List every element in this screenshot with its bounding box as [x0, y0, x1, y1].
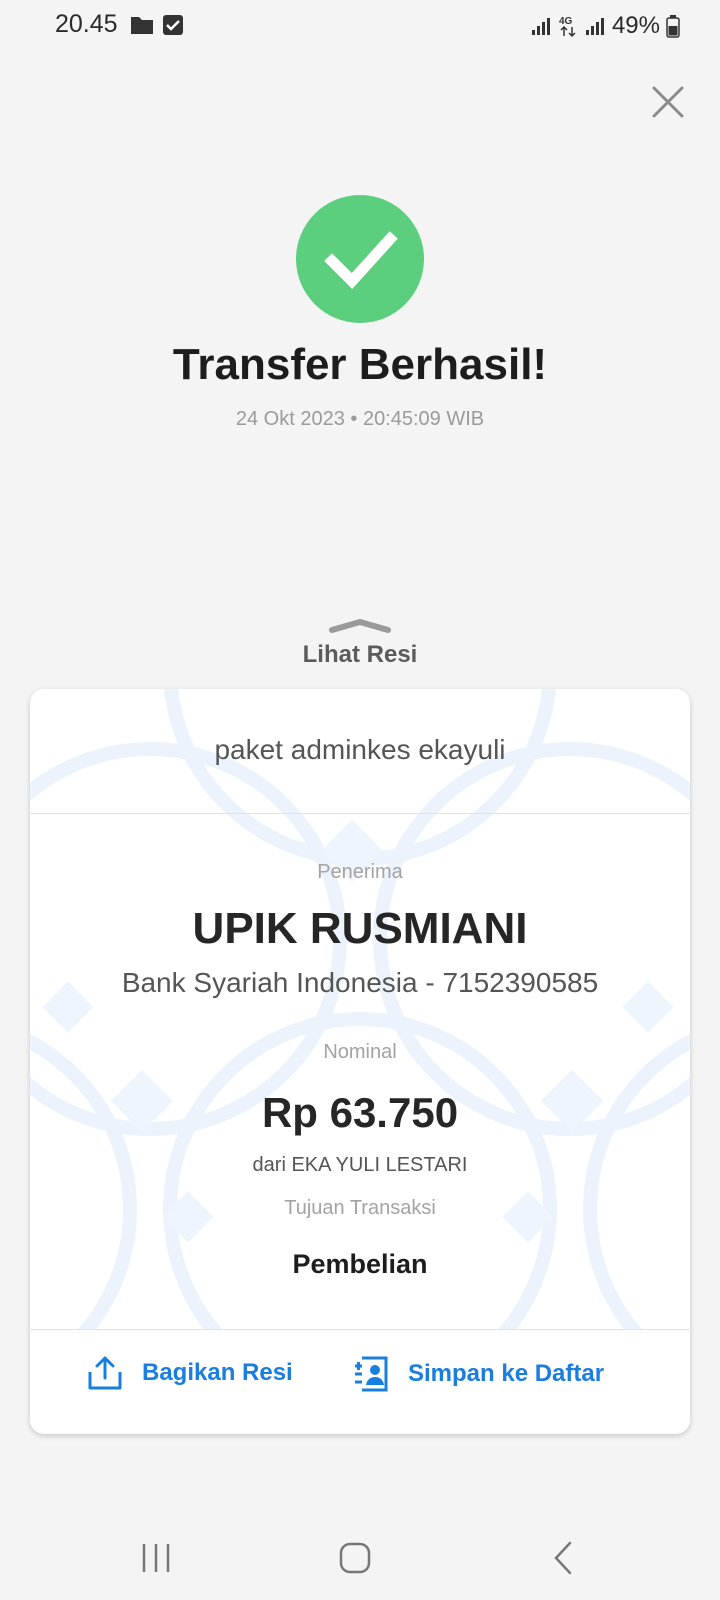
back-button[interactable] — [544, 1538, 584, 1578]
save-to-list-label: Simpan ke Daftar — [408, 1360, 605, 1387]
recipient-bank-account: Bank Syariah Indonesia - 7152390585 — [121, 967, 599, 998]
close-button[interactable] — [648, 82, 688, 122]
battery-percent: 49% — [611, 12, 660, 39]
signal-icon-2 — [585, 18, 604, 35]
success-indicator — [296, 195, 424, 323]
recent-apps-button[interactable] — [136, 1538, 176, 1578]
share-receipt-label: Bagikan Resi — [142, 1359, 293, 1386]
divider — [30, 813, 690, 814]
signal-icon — [531, 18, 550, 35]
view-receipt-toggle[interactable]: Lihat Resi — [0, 618, 720, 669]
folder-icon — [131, 17, 153, 34]
recipient-name: UPIK RUSMIANI — [192, 904, 528, 953]
chevron-up-icon — [329, 619, 391, 633]
save-to-list-button[interactable]: Simpan ke Daftar — [352, 1354, 604, 1394]
receipt-card: paket adminkes ekayuli Penerima UPIK RUS… — [30, 689, 690, 1434]
purpose-label: Tujuan Transaksi — [284, 1197, 436, 1219]
divider — [30, 1329, 690, 1330]
background-pattern — [30, 689, 690, 1329]
sender-name: dari EKA YULI LESTARI — [252, 1154, 468, 1176]
view-receipt-label: Lihat Resi — [302, 641, 418, 668]
checkbox-icon — [163, 15, 183, 35]
purpose-value: Pembelian — [292, 1249, 428, 1279]
close-icon — [652, 86, 684, 118]
contact-add-icon — [355, 1356, 388, 1392]
navigation-bar — [0, 1520, 720, 1590]
svg-text:4G: 4G — [559, 16, 573, 27]
status-time: 20.45 — [55, 10, 118, 38]
battery-icon — [666, 15, 680, 38]
status-notification-icons — [130, 14, 184, 36]
page-title: Transfer Berhasil! — [172, 340, 548, 389]
share-receipt-button[interactable]: Bagikan Resi — [86, 1354, 293, 1392]
home-icon — [339, 1542, 371, 1574]
transaction-note: paket adminkes ekayuli — [214, 734, 506, 765]
network-4g-icon: 4G — [559, 16, 576, 38]
recent-apps-icon — [142, 1544, 170, 1572]
back-icon — [554, 1541, 572, 1575]
home-button[interactable] — [336, 1538, 376, 1578]
checkmark-icon — [324, 231, 398, 289]
status-bar: 20.45 4G 49% — [0, 0, 720, 54]
status-system-icons: 4G 49% — [530, 12, 680, 40]
amount-label: Nominal — [323, 1041, 397, 1063]
share-icon — [88, 1356, 122, 1390]
transaction-datetime: 24 Okt 2023 • 20:45:09 WIB — [235, 408, 485, 430]
recipient-label: Penerima — [317, 861, 403, 883]
amount-value: Rp 63.750 — [261, 1089, 459, 1136]
